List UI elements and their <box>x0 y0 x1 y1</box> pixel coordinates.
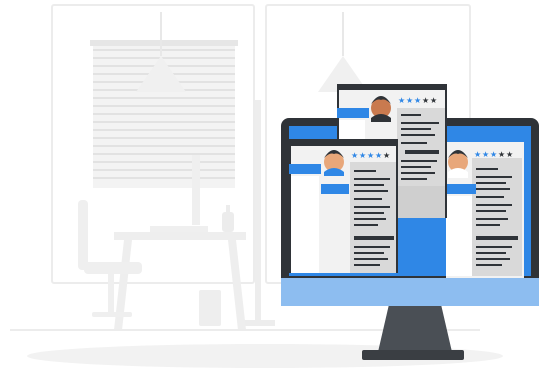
illustration-scene: ★ ★ ★ ★ ★ ★ ★ ★ ★ ★ ★ ★ ★ ★ ★ <box>0 0 557 378</box>
star-icon: ★ <box>414 96 421 105</box>
star-icon: ★ <box>383 151 390 160</box>
star-icon: ★ <box>506 150 513 159</box>
star-icon: ★ <box>406 96 413 105</box>
star-icon: ★ <box>351 151 358 160</box>
avatar-icon <box>448 150 468 178</box>
trash-bin-icon <box>199 290 221 326</box>
desk-lamp-icon <box>243 100 275 326</box>
resume-card-right: ★ ★ ★ ★ ★ <box>446 142 524 278</box>
star-icon: ★ <box>498 150 505 159</box>
rating-stars-top: ★ ★ ★ ★ ★ <box>398 96 437 105</box>
star-icon: ★ <box>398 96 405 105</box>
star-icon: ★ <box>482 150 489 159</box>
rating-stars-right: ★ ★ ★ ★ ★ <box>474 150 513 159</box>
bottle-icon <box>222 205 234 232</box>
illustration-canvas: ★ ★ ★ ★ ★ ★ ★ ★ ★ ★ ★ ★ ★ ★ ★ <box>10 4 539 368</box>
star-icon: ★ <box>430 96 437 105</box>
star-icon: ★ <box>359 151 366 160</box>
resume-card-left: ★ ★ ★ ★ ★ <box>289 139 398 273</box>
star-icon: ★ <box>490 150 497 159</box>
chair-icon <box>78 200 142 317</box>
star-icon: ★ <box>367 151 374 160</box>
star-icon: ★ <box>422 96 429 105</box>
star-icon: ★ <box>375 151 382 160</box>
desk-icon <box>114 232 246 330</box>
rating-stars-left: ★ ★ ★ ★ ★ <box>351 151 390 160</box>
star-icon: ★ <box>474 150 481 159</box>
